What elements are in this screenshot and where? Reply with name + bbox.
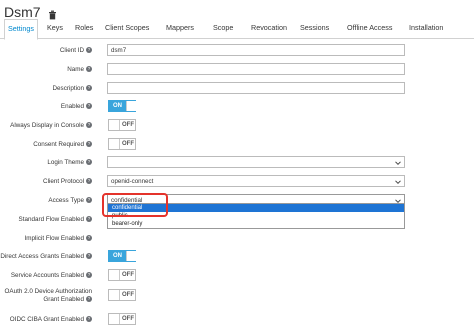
consent-required-toggle[interactable]: OFF: [108, 138, 136, 150]
help-icon[interactable]: ?: [86, 272, 92, 279]
always-display-row: Always Display in Console? OFF: [0, 119, 474, 133]
help-icon[interactable]: ?: [86, 316, 92, 323]
enabled-row: Enabled? ON: [0, 100, 474, 114]
help-icon[interactable]: ?: [86, 85, 92, 92]
oidc-ciba-label: OIDC CIBA Grant Enabled?: [9, 316, 92, 323]
chevron-down-icon: [395, 161, 401, 166]
oidc-ciba-row: OIDC CIBA Grant Enabled? OFF: [0, 313, 474, 327]
description-label: Description?: [52, 85, 92, 92]
consent-required-row: Consent Required? OFF: [0, 138, 474, 152]
name-label: Name?: [67, 66, 92, 73]
page-title: Dsm7: [4, 4, 41, 20]
access-type-label: Access Type?: [48, 197, 92, 204]
implicit-flow-row: Implicit Flow Enabled?: [0, 232, 474, 246]
client-protocol-label: Client Protocol?: [43, 178, 92, 185]
description-field[interactable]: [107, 82, 405, 94]
oauth-device-row: OAuth 2.0 Device Authorization Grant Ena…: [0, 288, 474, 303]
direct-access-toggle[interactable]: ON: [108, 250, 137, 262]
description-row: Description?: [0, 82, 474, 96]
oauth-device-label: OAuth 2.0 Device Authorization Grant Ena…: [4, 288, 92, 303]
always-display-label: Always Display in Console?: [10, 122, 92, 129]
login-theme-label: Login Theme?: [47, 159, 92, 166]
help-icon[interactable]: ?: [86, 122, 92, 129]
consent-required-label: Consent Required?: [33, 141, 92, 148]
name-row: Name?: [0, 63, 474, 77]
service-accounts-row: Service Accounts Enabled? OFF: [0, 269, 474, 283]
help-icon[interactable]: ?: [86, 296, 92, 303]
trash-icon[interactable]: [48, 7, 57, 20]
client-id-row: Client ID? dsm7: [0, 44, 474, 58]
help-icon[interactable]: ?: [86, 235, 92, 242]
direct-access-row: Direct Access Grants Enabled? ON: [0, 250, 474, 264]
help-icon[interactable]: ?: [86, 47, 92, 54]
help-icon[interactable]: ?: [86, 66, 92, 73]
highlight-annotation: [102, 193, 168, 217]
standard-flow-label: Standard Flow Enabled?: [18, 216, 92, 223]
tab-revocation[interactable]: Revocation: [248, 19, 290, 37]
enabled-label: Enabled?: [60, 103, 92, 110]
tab-client-scopes[interactable]: Client Scopes: [102, 19, 152, 37]
implicit-flow-label: Implicit Flow Enabled?: [24, 235, 92, 242]
client-id-field[interactable]: dsm7: [107, 44, 405, 56]
chevron-down-icon: [395, 180, 401, 185]
service-accounts-label: Service Accounts Enabled?: [10, 272, 92, 279]
tab-keys[interactable]: Keys: [44, 19, 66, 37]
help-icon[interactable]: ?: [86, 103, 92, 110]
help-icon[interactable]: ?: [86, 197, 92, 204]
tab-installation[interactable]: Installation: [406, 19, 446, 37]
tab-mappers[interactable]: Mappers: [163, 19, 197, 37]
help-icon[interactable]: ?: [86, 178, 92, 185]
always-display-toggle[interactable]: OFF: [108, 119, 136, 131]
tab-bar: Settings Keys Roles Client Scopes Mapper…: [0, 19, 474, 40]
help-icon[interactable]: ?: [86, 141, 92, 148]
help-icon[interactable]: ?: [86, 253, 92, 260]
tab-roles[interactable]: Roles: [72, 19, 96, 37]
help-icon[interactable]: ?: [86, 216, 92, 223]
client-protocol-row: Client Protocol? openid-connect: [0, 175, 474, 189]
client-id-label: Client ID?: [59, 47, 92, 54]
tab-offline-access[interactable]: Offline Access: [344, 19, 395, 37]
help-icon[interactable]: ?: [86, 159, 92, 166]
login-theme-row: Login Theme?: [0, 156, 474, 170]
tab-sessions[interactable]: Sessions: [297, 19, 332, 37]
tab-scope[interactable]: Scope: [210, 19, 236, 37]
option-bearer-only[interactable]: bearer-only: [108, 220, 404, 228]
login-theme-select[interactable]: [107, 156, 405, 168]
oauth-device-toggle[interactable]: OFF: [108, 289, 136, 301]
service-accounts-toggle[interactable]: OFF: [108, 269, 136, 281]
oidc-ciba-toggle[interactable]: OFF: [108, 313, 136, 325]
direct-access-label: Direct Access Grants Enabled?: [0, 253, 92, 260]
name-field[interactable]: [107, 63, 405, 75]
enabled-toggle[interactable]: ON: [108, 100, 137, 112]
client-protocol-select[interactable]: openid-connect: [107, 175, 405, 187]
tab-settings[interactable]: Settings: [4, 19, 38, 40]
